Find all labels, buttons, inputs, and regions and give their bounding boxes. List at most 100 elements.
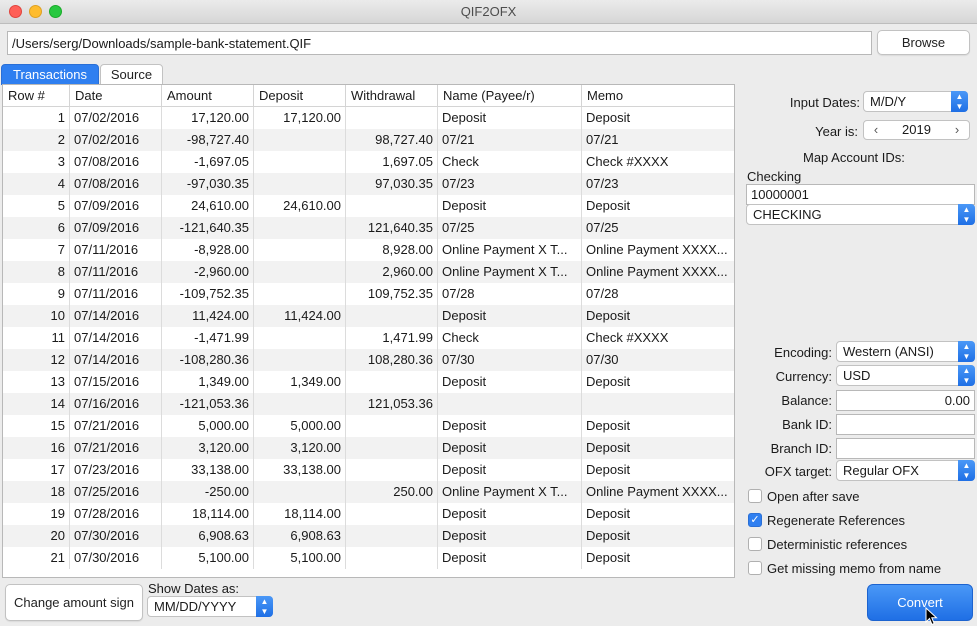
missing-memo-label[interactable]: Get missing memo from name (767, 561, 941, 576)
cell-payee: Deposit (438, 437, 582, 459)
input-dates-label: Input Dates: (789, 95, 860, 110)
cell-withdrawal: 97,030.35 (346, 173, 438, 195)
cell-withdrawal: 1,471.99 (346, 327, 438, 349)
open-after-save-label[interactable]: Open after save (767, 489, 860, 504)
cell-memo: Deposit (586, 506, 631, 521)
convert-button[interactable]: Convert (867, 584, 973, 621)
transactions-table[interactable]: Row # Date Amount Deposit Withdrawal Nam… (2, 84, 735, 578)
column-header-row[interactable]: Row # (3, 85, 70, 107)
ofx-target-select[interactable]: Regular OFX ▲ ▼ (836, 460, 975, 481)
deterministic-references-label[interactable]: Deterministic references (767, 537, 907, 552)
column-header-memo[interactable]: Memo (582, 85, 734, 107)
table-row[interactable]: 4 07/08/2016 -97,030.35 97,030.35 07/23 07/23 (3, 173, 734, 195)
table-row[interactable]: 5 07/09/2016 24,610.00 24,610.00 Deposit Depo… (3, 195, 734, 217)
browse-button[interactable]: Browse (877, 30, 970, 55)
encoding-select[interactable]: Western (ANSI) ▲ ▼ (836, 341, 975, 362)
table-row[interactable]: 6 07/09/2016 -121,640.35 121,640.35 07/25 07/… (3, 217, 734, 239)
account-type-select[interactable]: CHECKING ▲ ▼ (746, 204, 975, 225)
deterministic-references-checkbox[interactable] (748, 537, 762, 551)
cell-payee: Online Payment X T... (438, 261, 582, 283)
cell-row-number: 18 (3, 481, 70, 503)
cell-memo: Online Payment XXXX... (586, 484, 728, 499)
encoding-label: Encoding: (774, 345, 832, 360)
cell-payee: Online Payment X T... (438, 481, 582, 503)
table-row[interactable]: 17 07/23/2016 33,138.00 33,138.00 Deposit Dep… (3, 459, 734, 481)
table-row[interactable]: 11 07/14/2016 -1,471.99 1,471.99 Check Check … (3, 327, 734, 349)
cell-deposit (254, 239, 346, 261)
table-row[interactable]: 2 07/02/2016 -98,727.40 98,727.40 07/21 07/21 (3, 129, 734, 151)
cell-amount: 24,610.00 (162, 195, 254, 217)
tab-transactions[interactable]: Transactions (1, 64, 99, 85)
table-row[interactable]: 9 07/11/2016 -109,752.35 109,752.35 07/28 07/… (3, 283, 734, 305)
cell-payee: Deposit (438, 305, 582, 327)
table-row[interactable]: 13 07/15/2016 1,349.00 1,349.00 Deposit Depos… (3, 371, 734, 393)
table-row[interactable]: 15 07/21/2016 5,000.00 5,000.00 Deposit Depos… (3, 415, 734, 437)
cell-date: 07/11/2016 (70, 261, 162, 283)
cell-amount: -2,960.00 (162, 261, 254, 283)
table-row[interactable]: 1 07/02/2016 17,120.00 17,120.00 Deposit Depo… (3, 107, 734, 129)
cell-row-number: 6 (3, 217, 70, 239)
regenerate-references-label[interactable]: Regenerate References (767, 513, 905, 528)
column-header-date[interactable]: Date (70, 85, 162, 107)
column-header-withdrawal[interactable]: Withdrawal (346, 85, 438, 107)
cell-amount: 33,138.00 (162, 459, 254, 481)
balance-input[interactable]: 0.00 (836, 390, 975, 411)
change-amount-sign-button[interactable]: Change amount sign (5, 584, 143, 621)
cell-row-number: 20 (3, 525, 70, 547)
table-row[interactable]: 18 07/25/2016 -250.00 250.00 Online Payment … (3, 481, 734, 503)
ofx-target-value: Regular OFX (843, 463, 919, 478)
cell-memo: 07/28 (586, 286, 619, 301)
mouse-cursor-icon (925, 607, 938, 626)
cell-row-number: 19 (3, 503, 70, 525)
account-type-value: CHECKING (753, 207, 822, 222)
table-row[interactable]: 21 07/30/2016 5,100.00 5,100.00 Deposit Depos… (3, 547, 734, 569)
currency-label: Currency: (775, 369, 832, 384)
cell-payee: Deposit (438, 547, 582, 569)
column-header-name[interactable]: Name (Payee/r) (438, 85, 582, 107)
regenerate-references-checkbox[interactable]: ✓ (748, 513, 762, 527)
year-stepper[interactable]: ‹ 2019 › (863, 120, 970, 140)
cell-memo: Deposit (586, 198, 631, 213)
table-row[interactable]: 7 07/11/2016 -8,928.00 8,928.00 Online Payme… (3, 239, 734, 261)
cell-deposit (254, 283, 346, 305)
currency-value: USD (843, 368, 871, 383)
cell-withdrawal: 121,640.35 (346, 217, 438, 239)
table-row[interactable]: 8 07/11/2016 -2,960.00 2,960.00 Online Payme… (3, 261, 734, 283)
input-dates-select[interactable]: M/D/Y ▲ ▼ (863, 91, 968, 112)
cell-memo: Online Payment XXXX... (586, 242, 728, 257)
account-name-label: Checking (747, 169, 802, 184)
window-title: QIF2OFX (460, 4, 517, 19)
currency-select[interactable]: USD ▲ ▼ (836, 365, 975, 386)
open-after-save-checkbox[interactable] (748, 489, 762, 503)
show-dates-label: Show Dates as: (148, 581, 240, 596)
column-header-amount[interactable]: Amount (162, 85, 254, 107)
table-row[interactable]: 12 07/14/2016 -108,280.36 108,280.36 07/30 07… (3, 349, 734, 371)
cell-payee: Deposit (438, 415, 582, 437)
table-row[interactable]: 20 07/30/2016 6,908.63 6,908.63 Deposit Depos… (3, 525, 734, 547)
table-row[interactable]: 19 07/28/2016 18,114.00 18,114.00 Deposit Dep… (3, 503, 734, 525)
bank-id-input[interactable] (836, 414, 975, 435)
cell-row-number: 17 (3, 459, 70, 481)
cell-amount: 3,120.00 (162, 437, 254, 459)
tab-source[interactable]: Source (100, 64, 163, 85)
account-id-input[interactable]: 10000001 (746, 184, 975, 205)
chevron-right-icon[interactable]: › (949, 121, 965, 139)
table-row[interactable]: 3 07/08/2016 -1,697.05 1,697.05 Check Check #… (3, 151, 734, 173)
cell-deposit: 5,000.00 (254, 415, 346, 437)
cell-memo: Deposit (586, 374, 631, 389)
missing-memo-checkbox[interactable] (748, 561, 762, 575)
table-row[interactable]: 16 07/21/2016 3,120.00 3,120.00 Deposit Depos… (3, 437, 734, 459)
cell-date: 07/11/2016 (70, 283, 162, 305)
cell-date: 07/14/2016 (70, 327, 162, 349)
table-row[interactable]: 14 07/16/2016 -121,053.36 121,053.36 (3, 393, 734, 415)
cell-withdrawal: 109,752.35 (346, 283, 438, 305)
file-path-input[interactable]: /Users/serg/Downloads/sample-bank-statem… (7, 31, 872, 55)
cell-payee: Check (438, 151, 582, 173)
column-header-deposit[interactable]: Deposit (254, 85, 346, 107)
balance-label: Balance: (781, 393, 832, 408)
table-row[interactable]: 10 07/14/2016 11,424.00 11,424.00 Deposit Dep… (3, 305, 734, 327)
show-dates-select[interactable]: MM/DD/YYYY ▲ ▼ (147, 596, 273, 617)
cell-memo: Online Payment XXXX... (586, 264, 728, 279)
cell-row-number: 16 (3, 437, 70, 459)
branch-id-input[interactable] (836, 438, 975, 459)
